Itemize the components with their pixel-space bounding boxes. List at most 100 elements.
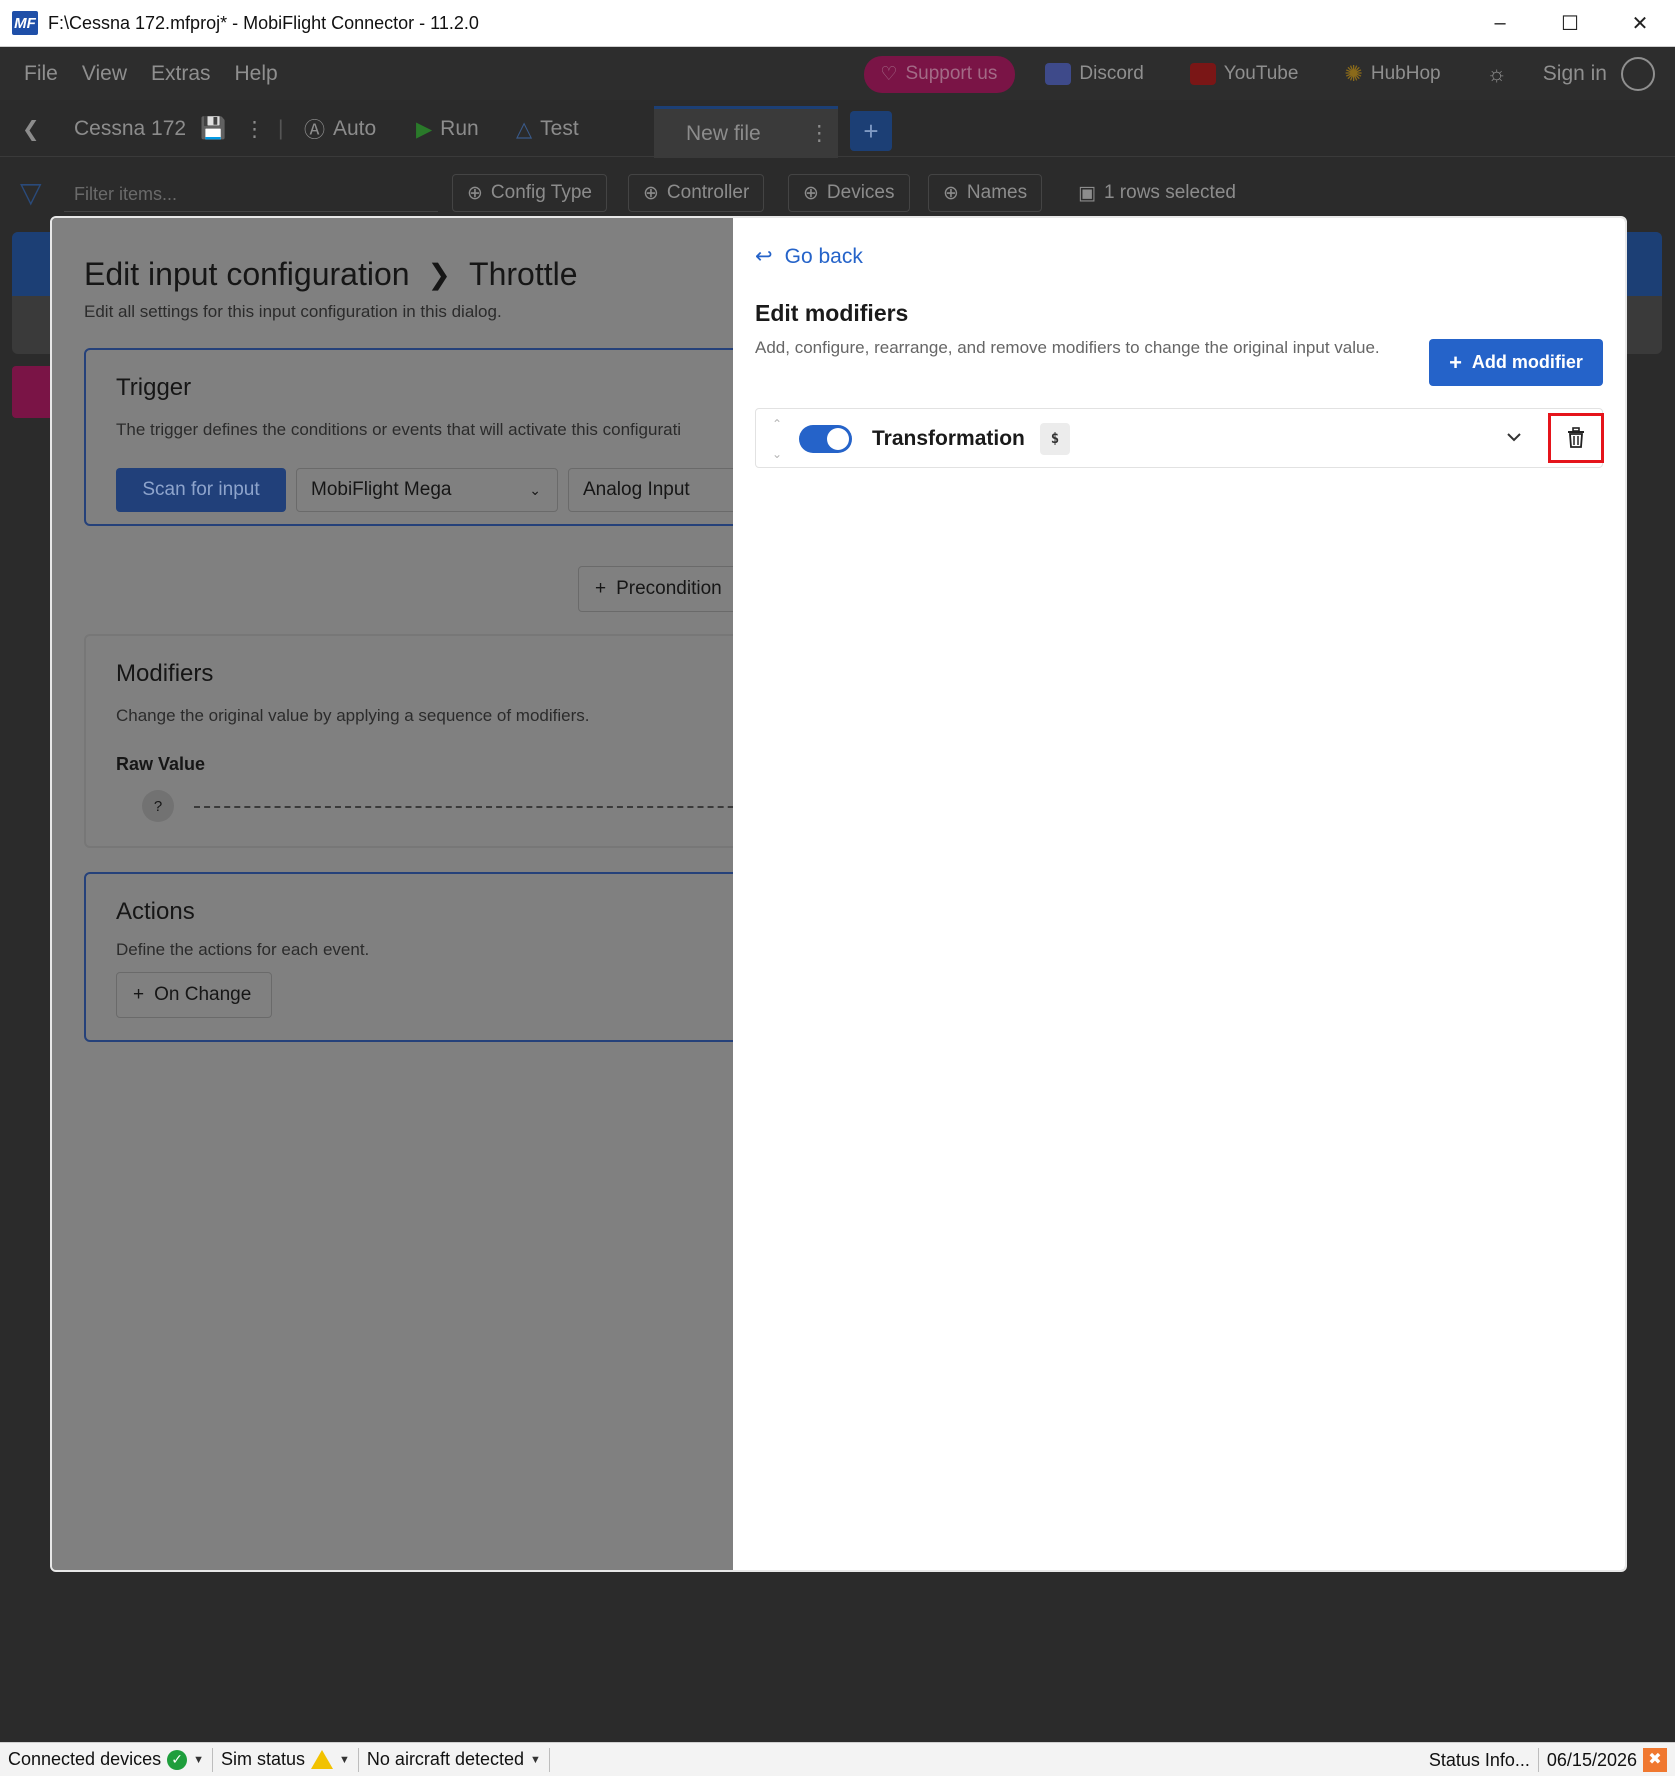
window-title: F:\Cessna 172.mfproj* - MobiFlight Conne… <box>48 12 479 33</box>
sim-status-label: Sim status <box>221 1749 306 1769</box>
auto-icon: Ⓐ <box>304 119 325 142</box>
on-change-label: On Change <box>154 984 252 1005</box>
scan-for-input-button[interactable]: Scan for input <box>116 468 286 512</box>
add-circle-icon: ⊕ <box>467 182 483 204</box>
modifier-editor-pane: ↩ Go back Edit modifiers Add, configure,… <box>733 218 1625 1570</box>
aircraft-status[interactable]: No aircraft detected ▼ <box>359 1747 550 1772</box>
caret-down-icon: ▼ <box>530 1753 541 1766</box>
trash-icon <box>1568 427 1584 448</box>
menu-extras[interactable]: Extras <box>151 62 211 86</box>
breadcrumb-root[interactable]: Edit input configuration <box>84 256 410 293</box>
heart-icon: ♡ <box>880 63 898 85</box>
title-bar: MF F:\Cessna 172.mfproj* - MobiFlight Co… <box>0 0 1675 47</box>
tab-label: New file <box>686 121 761 145</box>
chip-controller[interactable]: ⊕ Controller <box>628 174 765 212</box>
hubhop-link[interactable]: ✺ HubHop <box>1344 61 1440 87</box>
add-modifier-label: Add modifier <box>1471 352 1583 372</box>
auto-label: Auto <box>333 117 377 140</box>
discord-link[interactable]: Discord <box>1045 63 1144 85</box>
menu-help[interactable]: Help <box>235 62 278 86</box>
youtube-label: YouTube <box>1223 63 1299 84</box>
auto-button[interactable]: Ⓐ Auto <box>304 101 376 157</box>
go-back-label: Go back <box>784 244 863 268</box>
back-icon[interactable]: ❮ <box>22 101 40 157</box>
select-icon: ▣ <box>1078 182 1096 204</box>
youtube-icon <box>1189 63 1216 85</box>
delete-modifier-button[interactable] <box>1548 413 1604 463</box>
modifier-enabled-toggle[interactable] <box>799 425 852 453</box>
project-name: Cessna 172 <box>74 117 187 140</box>
status-info-label: Status Info... <box>1428 1749 1530 1770</box>
chip-config-type[interactable]: ⊕ Config Type <box>452 174 607 212</box>
menu-bar: File View Extras Help ♡ Support us Disco… <box>0 48 1675 100</box>
reorder-handle[interactable]: ⌃ ⌄ <box>768 417 786 461</box>
raw-value-label: Raw Value <box>116 754 206 774</box>
date-display: 06/15/2026 ✖ <box>1539 1748 1675 1772</box>
add-tab-button[interactable]: + <box>850 111 892 151</box>
modifiers-description: Change the original value by applying a … <box>116 706 590 725</box>
add-circle-icon: ⊕ <box>643 182 659 204</box>
test-button[interactable]: △ Test <box>516 101 579 157</box>
notification-icon[interactable]: ✖ <box>1643 1748 1667 1772</box>
chip-devices[interactable]: ⊕ Devices <box>788 174 910 212</box>
chevron-up-icon[interactable]: ⌃ <box>772 417 782 431</box>
chevron-down-icon: ⌄ <box>529 481 541 498</box>
on-change-button[interactable]: + On Change <box>116 972 272 1018</box>
trigger-card: Trigger The trigger defines the conditio… <box>84 348 768 526</box>
save-icon[interactable]: 💾 <box>200 101 226 157</box>
trigger-title: Trigger <box>116 374 192 401</box>
add-modifier-button[interactable]: + Add modifier <box>1429 339 1603 386</box>
menu-view[interactable]: View <box>82 62 127 86</box>
chip-label: Config Type <box>490 182 592 203</box>
connected-devices-label: Connected devices <box>8 1749 162 1769</box>
device-select[interactable]: MobiFlight Mega ⌄ <box>296 468 558 512</box>
tab-more-icon[interactable]: ⋮ <box>809 121 830 146</box>
modifier-flow-line <box>194 806 774 808</box>
warning-icon <box>311 1750 334 1769</box>
connected-devices-status[interactable]: Connected devices ✓ ▼ <box>0 1747 213 1772</box>
youtube-link[interactable]: YouTube <box>1189 63 1299 85</box>
trigger-description: The trigger defines the conditions or ev… <box>116 420 682 439</box>
chevron-right-icon: ❯ <box>427 259 452 290</box>
tab-new-file[interactable]: New file ⋮ <box>654 106 838 158</box>
filter-input[interactable]: Filter items... <box>64 174 438 212</box>
menu-file[interactable]: File <box>24 62 58 86</box>
add-precondition-button[interactable]: + Precondition <box>578 566 748 612</box>
actions-card: Actions Define the actions for each even… <box>84 872 764 1042</box>
chip-label: Names <box>966 182 1028 203</box>
discord-icon <box>1045 63 1072 85</box>
hubhop-label: HubHop <box>1370 63 1441 84</box>
user-avatar-icon[interactable] <box>1621 57 1655 91</box>
input-type-value: Analog Input <box>583 479 690 500</box>
play-icon: ▶ <box>416 117 433 141</box>
edit-input-dialog: Edit input configuration ❯ Throttle Edit… <box>50 216 1627 1572</box>
caret-down-icon: ▼ <box>339 1753 350 1766</box>
close-button[interactable]: ✕ <box>1605 0 1675 47</box>
config-pane: Edit input configuration ❯ Throttle Edit… <box>52 218 774 1570</box>
run-label: Run <box>440 117 479 140</box>
minimize-button[interactable]: – <box>1465 0 1535 47</box>
plus-icon: + <box>133 984 145 1005</box>
actions-title: Actions <box>116 898 195 925</box>
run-button[interactable]: ▶ Run <box>416 101 479 157</box>
toolbar-divider: | <box>278 117 284 140</box>
test-label: Test <box>540 117 579 140</box>
filter-row: ▽ Filter items... ⊕ Config Type ⊕ Controll… <box>0 170 1675 220</box>
caret-down-icon: ▼ <box>193 1753 204 1766</box>
theme-toggle-icon[interactable]: ☼ <box>1487 61 1507 87</box>
support-us-label: Support us <box>905 63 998 84</box>
precondition-label: Precondition <box>616 578 722 599</box>
go-back-link[interactable]: ↩ Go back <box>755 244 863 269</box>
chip-names[interactable]: ⊕ Names <box>928 174 1043 212</box>
more-menu-icon[interactable]: ⋮ <box>244 101 265 157</box>
maximize-button[interactable]: ☐ <box>1535 0 1605 47</box>
aircraft-label: No aircraft detected <box>366 1749 524 1769</box>
window-controls: – ☐ ✕ <box>1465 0 1675 47</box>
sim-status[interactable]: Sim status ▼ <box>213 1747 359 1772</box>
status-info[interactable]: Status Info... <box>1421 1748 1539 1772</box>
raw-value-indicator: ? <box>142 790 174 822</box>
sign-in-link[interactable]: Sign in <box>1543 62 1607 86</box>
chevron-down-icon[interactable]: ⌄ <box>772 447 782 461</box>
support-us-button[interactable]: ♡ Support us <box>864 55 1016 93</box>
expand-chevron-icon[interactable] <box>1502 425 1526 449</box>
